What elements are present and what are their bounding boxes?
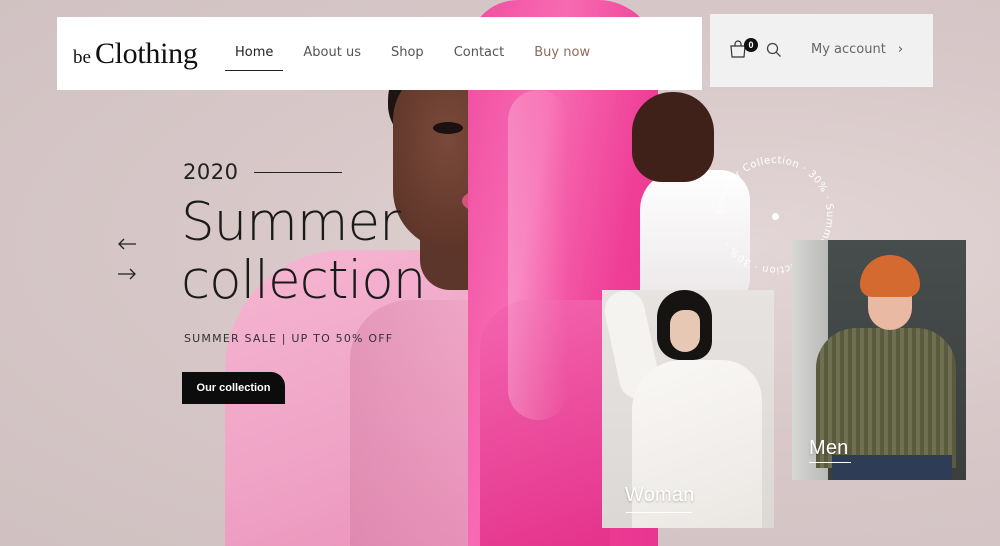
pink-hood-highlight — [508, 90, 568, 420]
headline-line-1: Summer — [181, 192, 401, 253]
cart-count-badge: 0 — [744, 38, 758, 52]
sale-subtitle: SUMMER SALE | UP TO 50% OFF — [184, 332, 394, 345]
brand-logo[interactable]: be Clothing — [73, 37, 198, 71]
hero-year-row: 2020 — [183, 160, 343, 184]
badge-center-dot — [772, 213, 779, 220]
arrow-left-icon[interactable] — [117, 237, 137, 251]
category-card-woman[interactable]: Woman — [602, 290, 774, 528]
my-account-link[interactable]: My account › — [811, 42, 903, 57]
main-navbar: be Clothing Home About us Shop Contact B… — [57, 17, 702, 90]
chevron-right-icon: › — [897, 42, 904, 57]
nav-item-shop[interactable]: Shop — [391, 45, 424, 60]
nav-item-home[interactable]: Home — [224, 45, 284, 71]
nav-item-contact[interactable]: Contact — [454, 45, 505, 60]
model-eye — [433, 122, 463, 134]
category-label-woman: Woman — [625, 484, 695, 506]
category-label-men: Men — [809, 437, 849, 459]
category-underline — [809, 462, 851, 463]
category-underline — [626, 512, 692, 513]
account-toolbar: 0 My account › — [710, 14, 933, 87]
category-card-men[interactable]: Men — [792, 240, 966, 480]
hero-year: 2020 — [183, 160, 239, 184]
my-account-label: My account — [811, 42, 886, 57]
our-collection-button[interactable]: Our collection — [182, 372, 285, 404]
hero-headline: Summer collection — [181, 192, 426, 311]
nav-item-buy-now[interactable]: Buy now — [534, 45, 590, 60]
logo-prefix: be — [73, 47, 91, 68]
search-icon[interactable] — [766, 42, 782, 58]
nav-item-about-us[interactable]: About us — [303, 45, 361, 60]
nav-menu: Home About us Shop Contact Buy now — [224, 45, 620, 71]
men-hair — [860, 255, 920, 297]
headline-line-2: collection — [181, 250, 426, 311]
arrow-right-icon[interactable] — [117, 267, 137, 281]
men-jeans — [832, 455, 952, 480]
year-divider — [254, 171, 343, 173]
woman-face — [670, 310, 700, 352]
logo-name: Clothing — [94, 37, 198, 70]
